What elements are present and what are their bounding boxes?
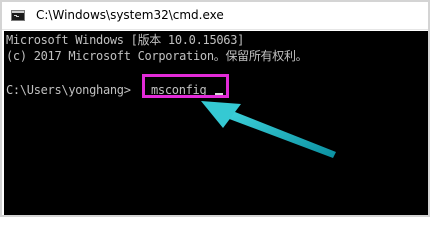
- copyright-line: (c) 2017 Microsoft Corporation。保留所有权利。: [6, 49, 308, 63]
- command-prompt: C:\Users\yonghang>: [6, 83, 131, 97]
- console-area[interactable]: Microsoft Windows [版本 10.0.15063] (c) 20…: [4, 31, 428, 215]
- cmd-window: C:\Windows\system32\cmd.exe Microsoft Wi…: [0, 0, 430, 217]
- command-highlight-box: [142, 74, 229, 98]
- cmd-console-icon: [11, 10, 25, 21]
- window-title: C:\Windows\system32\cmd.exe: [36, 8, 224, 22]
- title-bar[interactable]: C:\Windows\system32\cmd.exe: [2, 2, 428, 30]
- version-line: Microsoft Windows [版本 10.0.15063]: [6, 33, 245, 47]
